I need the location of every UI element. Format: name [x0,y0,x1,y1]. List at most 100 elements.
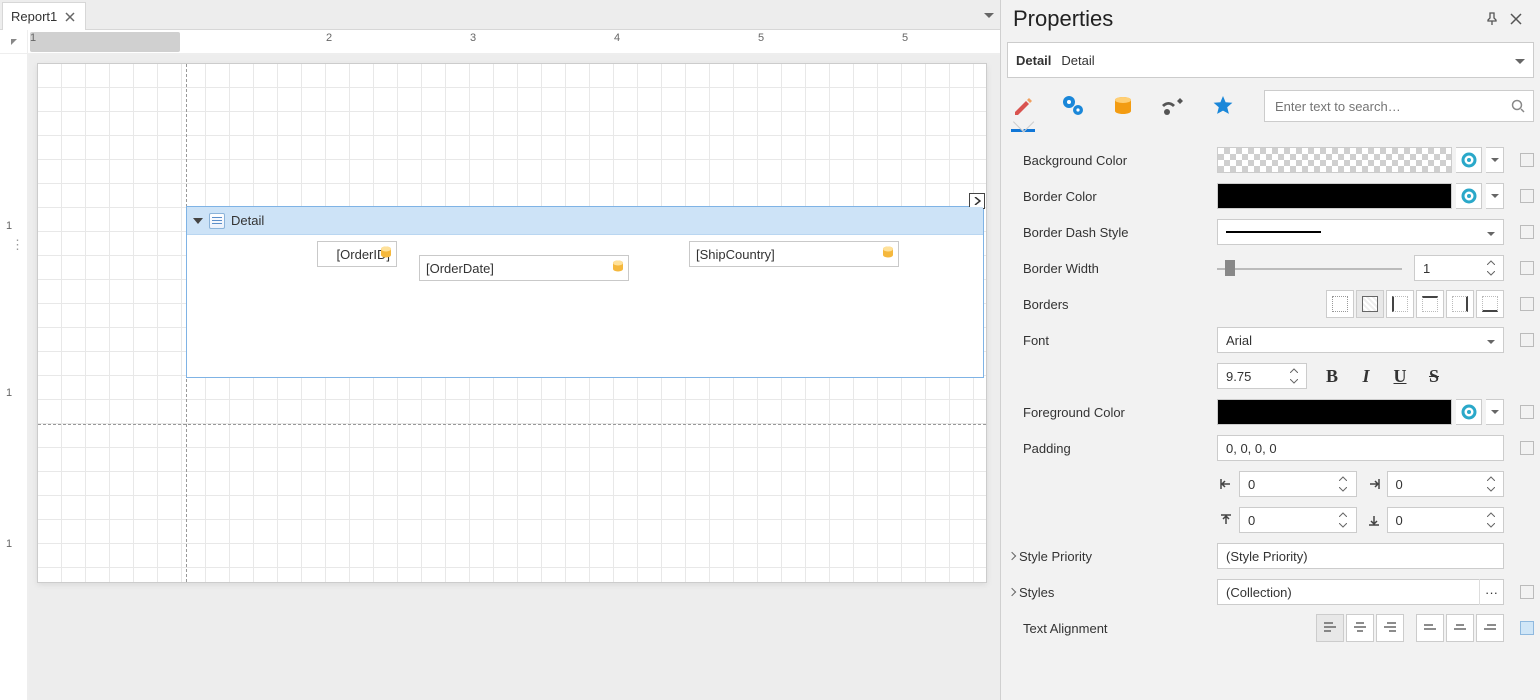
padding-input[interactable]: 0, 0, 0, 0 [1217,435,1504,461]
prop-style-priority: Style Priority (Style Priority) [1007,538,1534,574]
reset-button[interactable] [1520,621,1534,635]
field-orderid[interactable]: [OrderID] [317,241,397,267]
prop-padding-tb [1007,502,1534,538]
underline-button[interactable]: U [1385,361,1415,391]
selected-object[interactable]: Detail Detail [1007,42,1534,78]
number-field[interactable] [1421,260,1485,277]
reset-button[interactable] [1520,585,1534,599]
ellipsis-button[interactable]: ··· [1479,579,1503,605]
pad-left-input[interactable] [1239,471,1357,497]
prop-label: Text Alignment [1023,621,1108,636]
color-swatch[interactable] [1217,147,1452,173]
pin-icon[interactable] [1480,7,1504,31]
search-input[interactable] [1273,98,1505,115]
spinner[interactable] [1485,257,1497,279]
font-size-input[interactable] [1217,363,1307,389]
chevron-down-icon[interactable] [1486,183,1504,209]
border-right-button[interactable] [1446,290,1474,318]
design-canvas[interactable]: Detail [OrderID] [OrderDate] [28,54,1000,700]
prop-label: Padding [1023,441,1071,456]
ruler-h-label: 4 [614,32,620,44]
number-field[interactable] [1224,368,1288,385]
prop-label: Borders [1023,297,1069,312]
color-picker-icon[interactable] [1456,147,1482,173]
dash-preview [1226,231,1321,233]
reset-button[interactable] [1520,189,1534,203]
border-top-button[interactable] [1416,290,1444,318]
detail-band[interactable]: Detail [OrderID] [OrderDate] [186,206,984,378]
collapse-icon[interactable] [193,218,203,224]
align-mid-center-button[interactable] [1446,614,1474,642]
reset-button[interactable] [1520,261,1534,275]
chevron-down-icon[interactable] [1487,333,1495,348]
style-priority-value[interactable]: (Style Priority) [1217,543,1504,569]
align-top-right-button[interactable] [1376,614,1404,642]
align-mid-right-button[interactable] [1476,614,1504,642]
pad-right-input[interactable] [1387,471,1505,497]
close-icon[interactable] [63,10,77,24]
favorites-tab-icon[interactable] [1207,90,1239,122]
border-left-button[interactable] [1386,290,1414,318]
expand-icon[interactable] [1008,552,1016,560]
binding-icon[interactable] [380,245,392,259]
reset-button[interactable] [1520,405,1534,419]
chevron-down-icon[interactable] [1515,53,1525,68]
italic-button[interactable]: I [1351,361,1381,391]
prop-background-color: Background Color [1007,142,1534,178]
prop-font-style: B I U S [1007,358,1534,394]
tab-report1[interactable]: Report1 [2,2,86,30]
pad-bottom-input[interactable] [1387,507,1505,533]
prop-label: Style Priority [1019,549,1092,564]
align-top-left-button[interactable] [1316,614,1344,642]
font-name-dropdown[interactable]: Arial [1217,327,1504,353]
binding-icon[interactable] [612,259,624,273]
expand-icon[interactable] [1008,588,1016,596]
align-top-center-button[interactable] [1346,614,1374,642]
misc-tab-icon[interactable] [1157,90,1189,122]
tabs-overflow-icon[interactable] [984,7,994,22]
behavior-tab-icon[interactable] [1057,90,1089,122]
ruler-highlight [30,32,180,52]
border-width-slider[interactable] [1217,255,1402,281]
reset-button[interactable] [1520,225,1534,239]
field-orderdate[interactable]: [OrderDate] [419,255,629,281]
reset-button[interactable] [1520,333,1534,347]
border-none-button[interactable] [1326,290,1354,318]
band-header[interactable]: Detail [187,207,983,235]
chevron-down-icon[interactable] [1486,147,1504,173]
color-swatch[interactable] [1217,183,1452,209]
color-swatch[interactable] [1217,399,1452,425]
bold-button[interactable]: B [1317,361,1347,391]
pad-top-input[interactable] [1239,507,1357,533]
border-width-input[interactable] [1414,255,1504,281]
dash-style-dropdown[interactable] [1217,219,1504,245]
border-bottom-button[interactable] [1476,290,1504,318]
spinner[interactable] [1288,365,1300,387]
data-tab-icon[interactable] [1107,90,1139,122]
chevron-down-icon[interactable] [1487,225,1495,240]
color-picker-icon[interactable] [1456,399,1482,425]
property-search[interactable] [1264,90,1534,122]
property-category-tabs [1007,90,1534,122]
reset-button[interactable] [1520,441,1534,455]
ruler-h-label: 5 [902,32,908,44]
align-mid-left-button[interactable] [1416,614,1444,642]
reset-button[interactable] [1520,153,1534,167]
ruler-corner-icon[interactable] [0,30,28,54]
object-category: Detail [1016,53,1051,68]
prop-text-alignment: Text Alignment [1007,610,1534,646]
styles-value[interactable]: (Collection) ··· [1217,579,1504,605]
tab-pointer [1007,122,1534,138]
strike-button[interactable]: S [1419,361,1449,391]
field-shipcountry[interactable]: [ShipCountry] [689,241,899,267]
chevron-down-icon[interactable] [1486,399,1504,425]
horizontal-ruler[interactable]: 1 2 3 4 5 5 [28,30,1000,54]
color-picker-icon[interactable] [1456,183,1482,209]
report-page[interactable]: Detail [OrderID] [OrderDate] [37,63,987,583]
binding-icon[interactable] [882,245,894,259]
border-all-button[interactable] [1356,290,1384,318]
close-icon[interactable] [1504,7,1528,31]
reset-button[interactable] [1520,297,1534,311]
prop-padding: Padding 0, 0, 0, 0 [1007,430,1534,466]
vertical-ruler[interactable]: 1 ⋮ 1 1 [0,54,28,700]
